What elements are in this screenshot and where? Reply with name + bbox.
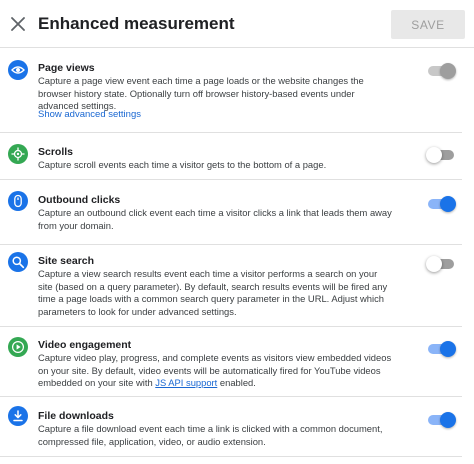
section-description: Capture a view search results event each…: [38, 268, 388, 317]
toggle-thumb: [440, 412, 456, 428]
toggle-thumb: [440, 63, 456, 79]
scrolls-toggle[interactable]: [426, 146, 454, 164]
dialog-header: Enhanced measurement SAVE: [0, 0, 474, 48]
section-outbound-clicks: Outbound clicks Capture an outbound clic…: [0, 180, 462, 245]
section-description: Capture video play, progress, and comple…: [38, 352, 393, 390]
search-icon: [8, 252, 28, 272]
section-description: Capture scroll events each time a visito…: [38, 159, 327, 170]
js-api-support-link[interactable]: JS API support: [155, 377, 217, 388]
save-button[interactable]: SAVE: [391, 10, 465, 39]
play-icon: [8, 337, 28, 357]
video-engagement-toggle[interactable]: [428, 340, 456, 358]
section-video-engagement: Video engagement Capture video play, pro…: [0, 327, 462, 397]
section-site-search: Site search Capture a view search result…: [0, 245, 462, 327]
close-button[interactable]: [6, 12, 30, 36]
close-icon: [11, 17, 25, 31]
section-title: File downloads: [38, 410, 114, 422]
mouse-icon: [8, 191, 28, 211]
section-title: Site search: [38, 255, 95, 267]
toggle-thumb: [426, 256, 442, 272]
site-search-toggle[interactable]: [426, 255, 454, 273]
eye-icon: [8, 60, 28, 80]
description-text: enabled.: [217, 377, 256, 389]
page-views-toggle[interactable]: [428, 62, 456, 80]
section-title: Page views: [38, 62, 95, 74]
section-scrolls: Scrolls Capture scroll events each time …: [0, 133, 462, 180]
section-description: Capture a page view event each time a pa…: [38, 75, 364, 112]
download-icon: [8, 406, 28, 426]
crosshair-icon: [8, 144, 28, 164]
show-advanced-settings-link[interactable]: Show advanced settings: [38, 109, 141, 120]
file-downloads-toggle[interactable]: [428, 411, 456, 429]
outbound-clicks-toggle[interactable]: [428, 195, 456, 213]
section-file-downloads: File downloads Capture a file download e…: [0, 397, 462, 457]
toggle-thumb: [440, 341, 456, 357]
page-title: Enhanced measurement: [38, 14, 235, 33]
toggle-thumb: [426, 147, 442, 163]
section-description: Capture a file download event each time …: [38, 423, 383, 447]
section-title: Video engagement: [38, 339, 132, 351]
section-title: Outbound clicks: [38, 194, 121, 206]
section-title: Scrolls: [38, 146, 74, 158]
toggle-thumb: [440, 196, 456, 212]
section-description: Capture an outbound click event each tim…: [38, 207, 392, 231]
section-page-views: Page views Capture a page view event eac…: [0, 48, 462, 133]
